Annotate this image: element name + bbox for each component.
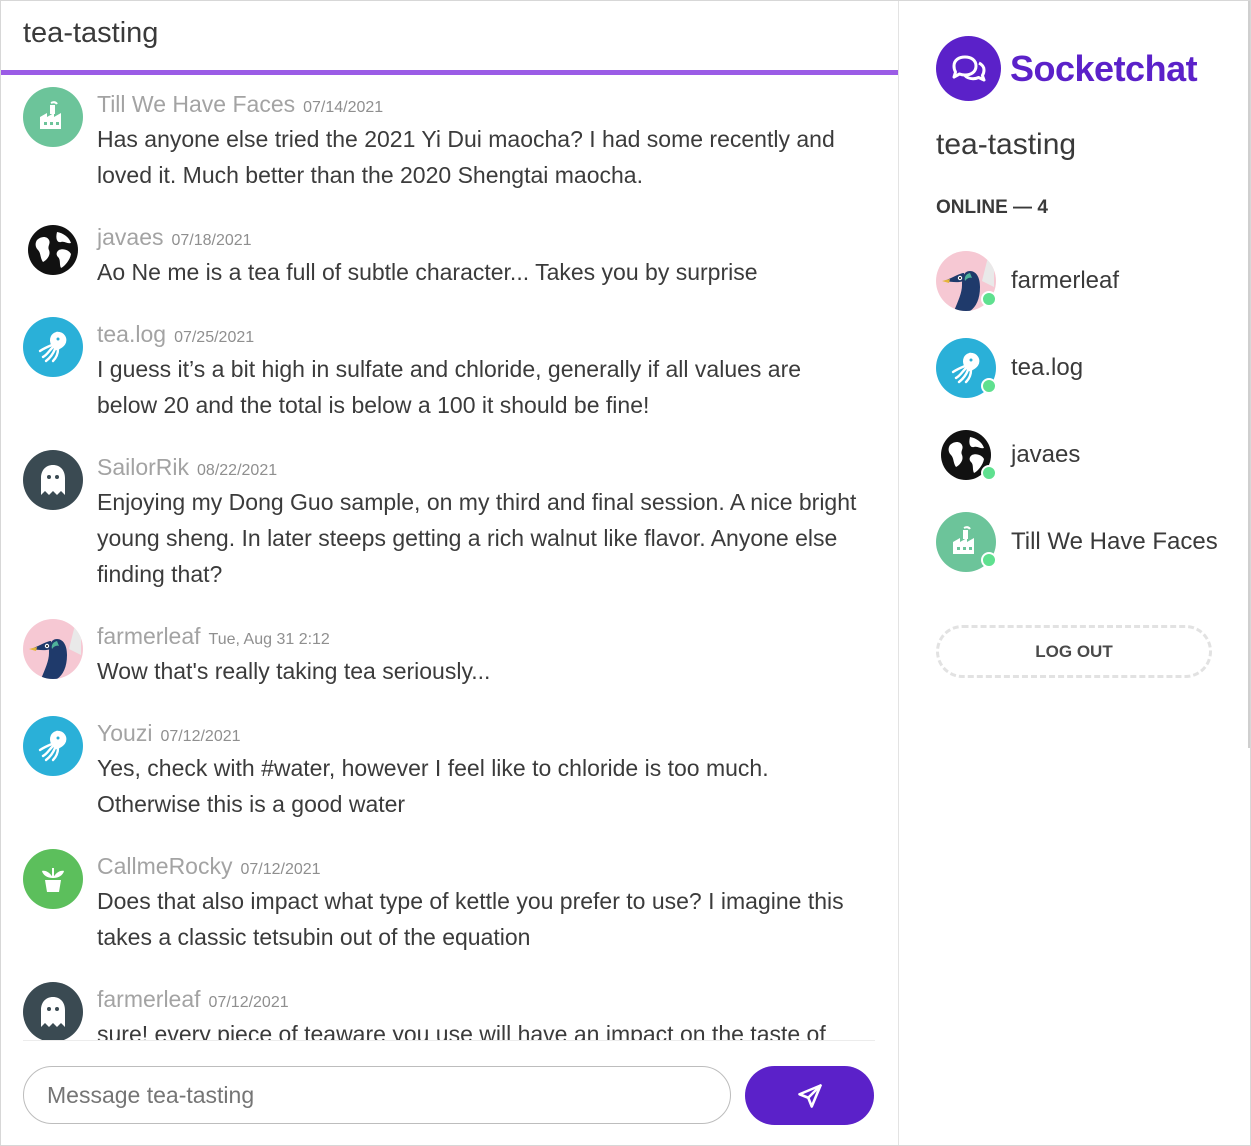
octopus-icon [946, 348, 986, 388]
message-text: Has anyone else tried the 2021 Yi Dui ma… [97, 126, 835, 188]
octopus-icon [33, 327, 73, 367]
message-list[interactable]: Till We Have Faces 07/14/2021 Has anyone … [0, 75, 898, 1040]
message-author[interactable]: Youzi [97, 720, 152, 746]
online-status-dot [981, 291, 997, 307]
avatar[interactable] [23, 450, 83, 510]
message-timestamp: 07/18/2021 [171, 232, 252, 249]
message-text: Ao Ne me is a tea full of subtle charact… [97, 259, 758, 285]
message-timestamp: Tue, Aug 31 2:12 [208, 631, 330, 648]
ghost-icon [36, 462, 70, 498]
avatar[interactable] [23, 716, 83, 776]
online-user-name: farmerleaf [1011, 267, 1120, 294]
composer-divider [23, 1040, 875, 1041]
avatar[interactable] [23, 220, 83, 280]
online-user[interactable]: farmerleaf [936, 251, 1236, 313]
online-user[interactable]: tea.log [936, 338, 1236, 400]
brand-name: Socketchat [1010, 48, 1198, 89]
online-status-dot [981, 465, 997, 481]
message-timestamp: 07/12/2021 [240, 861, 321, 878]
factory-icon [35, 99, 71, 135]
message-text: Does that also impact what type of kettl… [97, 888, 844, 950]
chat-bubbles-icon [952, 55, 985, 81]
message-author[interactable]: farmerleaf [97, 986, 201, 1012]
online-user-name: Till We Have Faces [1011, 528, 1218, 555]
message-author[interactable]: CallmeRocky [97, 853, 232, 879]
message-timestamp: 08/22/2021 [197, 462, 278, 479]
message-timestamp: 07/12/2021 [208, 994, 289, 1011]
avatar[interactable] [23, 849, 83, 909]
channel-title: tea-tasting [23, 17, 159, 49]
paper-plane-icon [797, 1083, 822, 1108]
message-text: Wow that's really taking tea seriously..… [97, 658, 491, 684]
message-timestamp: 07/25/2021 [174, 329, 255, 346]
chat-panel: tea-tasting Till We Have Faces 07/14/2021… [0, 0, 898, 1146]
plant-pot-icon [36, 862, 70, 896]
message-timestamp: 07/14/2021 [303, 99, 384, 116]
message-author[interactable]: javaes [97, 224, 163, 250]
online-user[interactable]: javaes [936, 425, 1236, 487]
send-button[interactable] [745, 1066, 874, 1125]
avatar[interactable] [23, 87, 83, 147]
peacock-icon [23, 619, 83, 679]
brand-logo [936, 36, 1001, 101]
avatar[interactable] [23, 982, 83, 1040]
octopus-icon [33, 726, 73, 766]
message-text: sure! every piece of teaware you use wil… [97, 1021, 826, 1040]
online-user-name: javaes [1011, 441, 1081, 468]
online-status-dot [981, 378, 997, 394]
sidebar: Socketchat tea-tasting ONLINE — 4 farmer… [898, 0, 1251, 1146]
channel-header: tea-tasting [0, 0, 898, 75]
online-user-name: tea.log [1011, 354, 1084, 381]
message-author[interactable]: farmerleaf [97, 623, 201, 649]
message-author[interactable]: Till We Have Faces [97, 91, 295, 117]
logout-button[interactable]: LOG OUT [936, 625, 1212, 678]
message-input[interactable] [23, 1066, 731, 1124]
factory-icon [948, 524, 984, 560]
ghost-icon [36, 994, 70, 1030]
online-user[interactable]: Till We Have Faces [936, 512, 1236, 574]
message-timestamp: 07/12/2021 [160, 728, 241, 745]
current-channel-name: tea-tasting [936, 128, 1077, 161]
message-author[interactable]: SailorRik [97, 454, 189, 480]
online-status-dot [981, 552, 997, 568]
avatar[interactable] [23, 317, 83, 377]
globe-icon [25, 222, 81, 278]
message-text: Yes, check with #water, however I feel l… [97, 755, 769, 817]
message-text: Enjoying my Dong Guo sample, on my third… [97, 489, 857, 587]
message-text: I guess it’s a bit high in sulfate and c… [97, 356, 802, 418]
online-count-label: ONLINE — 4 [936, 197, 1048, 218]
avatar[interactable] [23, 619, 83, 679]
message-author[interactable]: tea.log [97, 321, 166, 347]
